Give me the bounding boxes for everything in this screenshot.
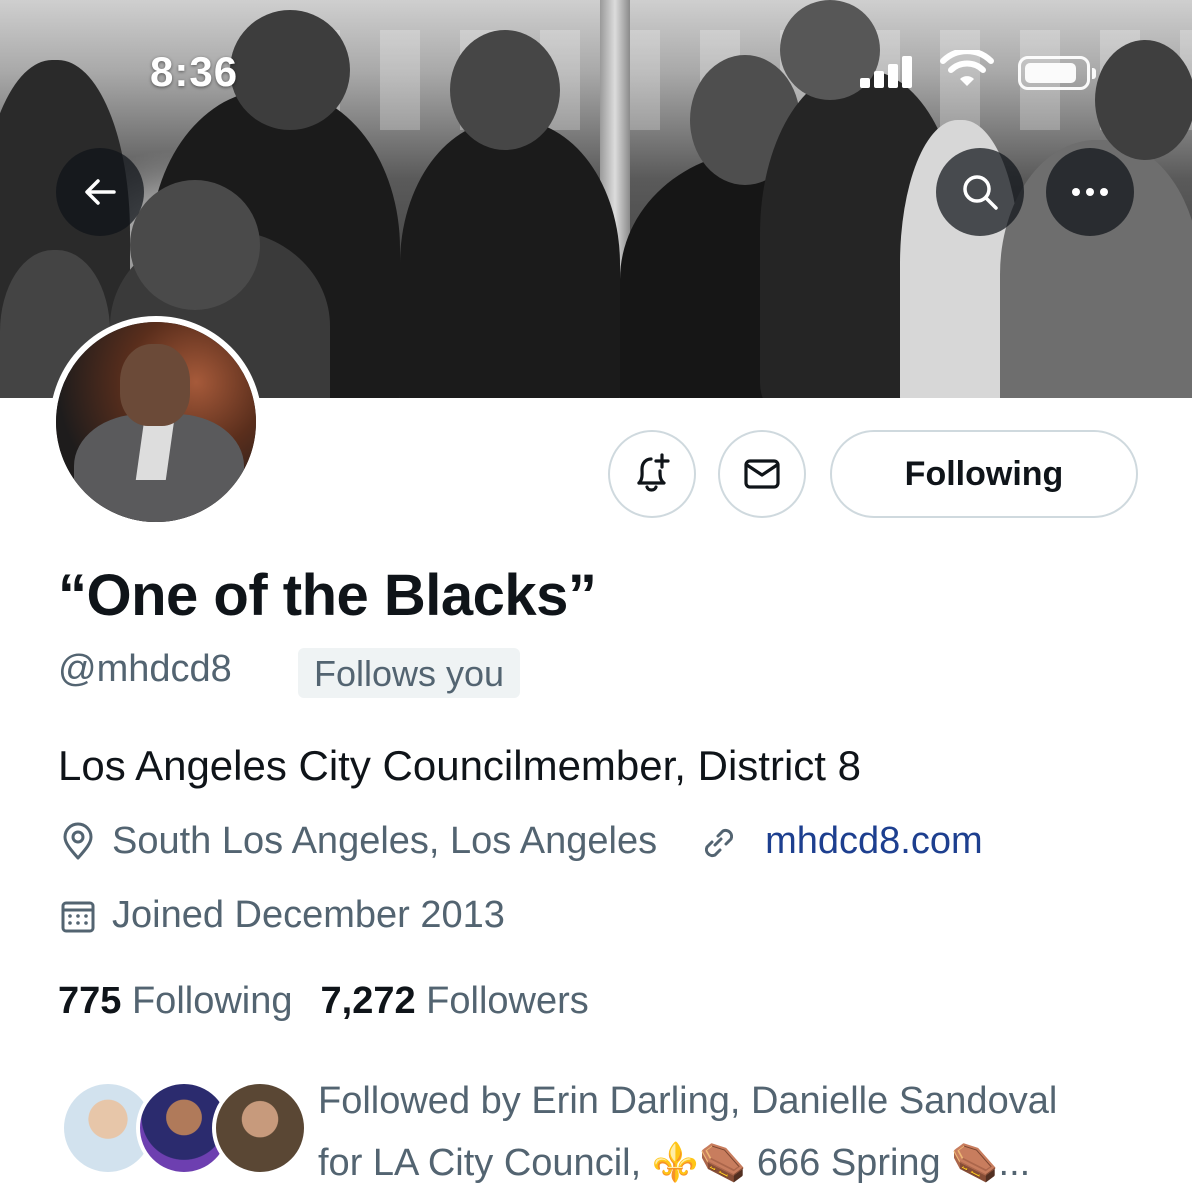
more-options-button[interactable]: [1046, 148, 1134, 236]
battery-icon: [1018, 56, 1096, 90]
followed-by-avatars[interactable]: [60, 1080, 308, 1180]
wifi-icon: [940, 50, 994, 86]
followed-by-line-1: Followed by Erin Darling, Danielle Sando…: [318, 1080, 1058, 1122]
search-icon: [963, 175, 998, 210]
following-button[interactable]: Following: [830, 430, 1138, 518]
back-arrow-icon: [85, 179, 116, 205]
followers-count: 7,272: [320, 980, 416, 1022]
user-handle: @mhdcd8: [58, 648, 232, 690]
following-label: Following: [131, 980, 293, 1022]
link-icon: [705, 828, 734, 857]
followers-count-link[interactable]: 7,272 Followers: [321, 980, 589, 1023]
profile-avatar[interactable]: [50, 316, 262, 528]
notification-bell-plus-icon: [637, 453, 670, 492]
following-count-link[interactable]: 775 Following: [58, 980, 293, 1023]
following-count: 775: [58, 980, 122, 1022]
joined-date: Joined December 2013: [112, 894, 505, 936]
profile-bio: Los Angeles City Councilmember, District…: [58, 742, 861, 789]
follows-you-badge: Follows you: [298, 648, 521, 698]
profile-location: South Los Angeles, Los Angeles: [112, 820, 658, 862]
profile-meta-location-row: South Los Angeles, Los Angeles mhdcd8.co…: [58, 820, 983, 863]
avatar: [212, 1080, 308, 1176]
signal-icon: [860, 54, 920, 88]
message-button[interactable]: [718, 430, 806, 518]
back-button[interactable]: [56, 148, 144, 236]
follow-stats: 775 Following 7,272 Followers: [58, 980, 589, 1023]
followed-by-text[interactable]: Followed by Erin Darling, Danielle Sando…: [318, 1070, 1168, 1194]
location-pin-icon: [63, 822, 93, 859]
search-button[interactable]: [936, 148, 1024, 236]
website-link[interactable]: mhdcd8.com: [765, 820, 983, 863]
status-time: 8:36: [150, 48, 239, 95]
followed-by-line-2: for LA City Council, ⚜️⚰️ 666 Spring ⚰️.…: [318, 1142, 1031, 1184]
notifications-button[interactable]: [608, 430, 696, 518]
envelope-icon: [744, 459, 780, 489]
more-icon: [1072, 188, 1108, 196]
profile-meta-joined-row: Joined December 2013: [58, 894, 505, 937]
followers-label: Followers: [426, 980, 589, 1022]
calendar-icon: [61, 901, 95, 932]
display-name: “One of the Blacks”: [58, 563, 597, 628]
